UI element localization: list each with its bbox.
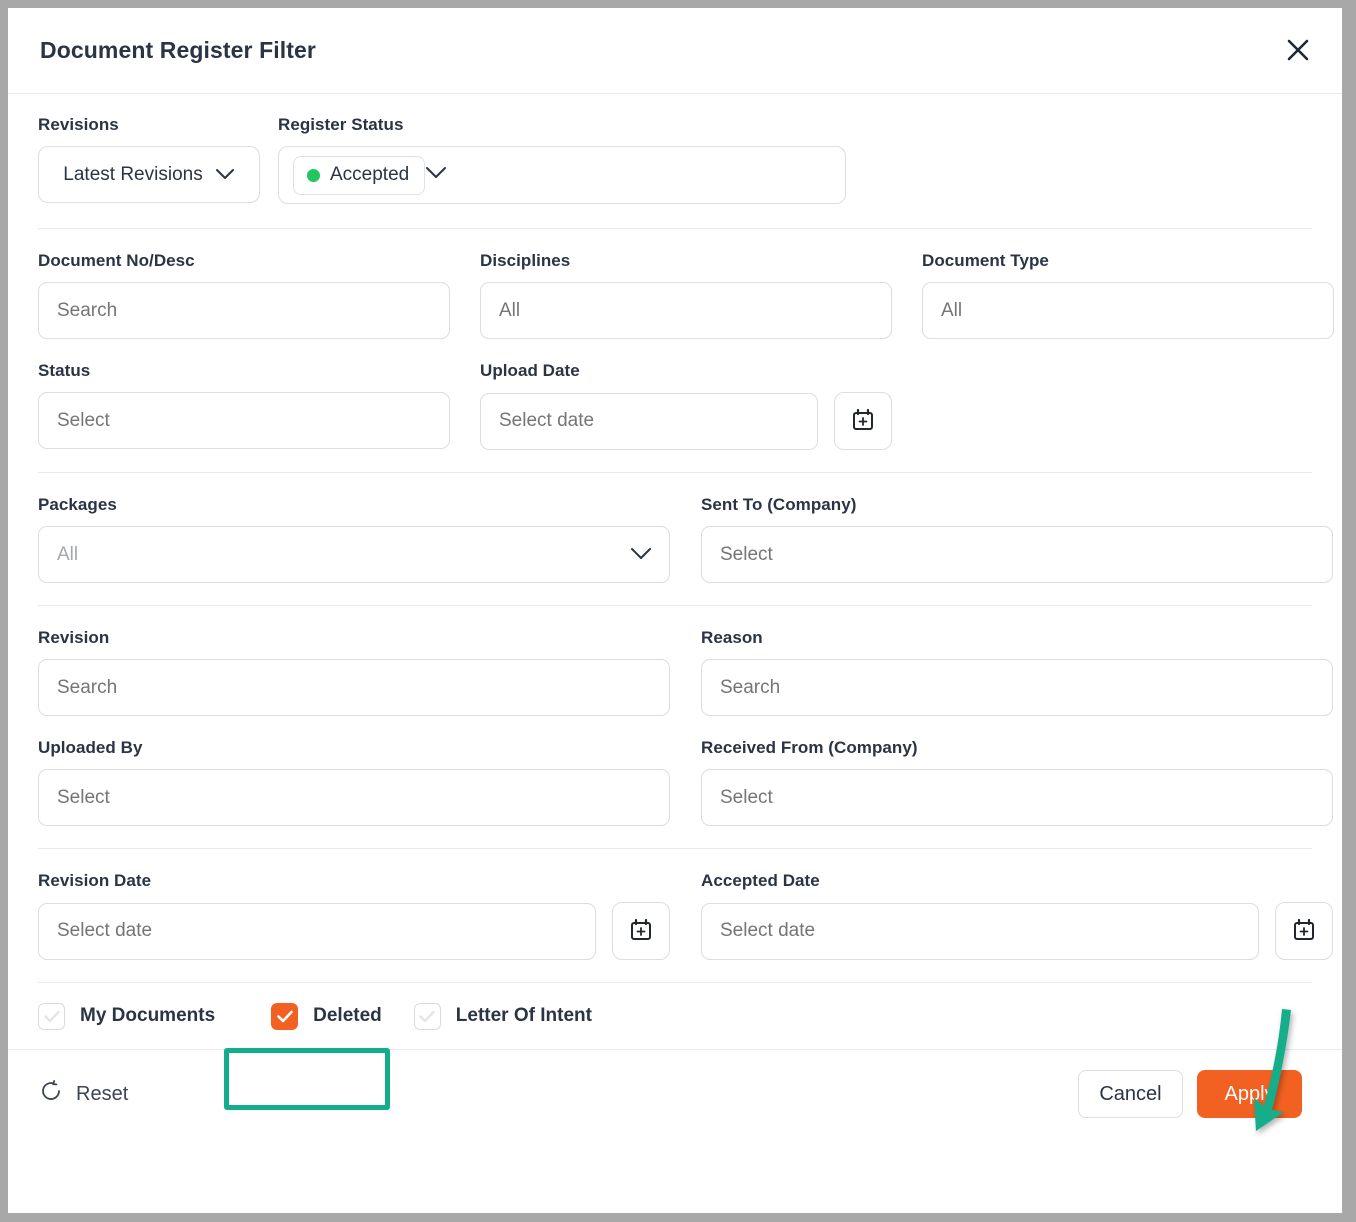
revisions-value: Latest Revisions <box>63 163 203 185</box>
document-type-input[interactable] <box>922 282 1334 339</box>
close-button[interactable] <box>1280 32 1316 68</box>
revisions-label: Revisions <box>38 115 119 134</box>
checkbox-deleted[interactable]: Deleted <box>245 1002 414 1030</box>
upload-date-input[interactable] <box>480 392 818 450</box>
checkbox-box-icon <box>38 1002 65 1030</box>
cancel-button[interactable]: Cancel <box>1078 1070 1183 1118</box>
checkbox-checked-icon <box>271 1002 299 1030</box>
revision-date-input[interactable] <box>38 902 596 960</box>
reason-input[interactable] <box>701 659 1333 716</box>
calendar-plus-icon <box>628 917 654 946</box>
received-from-company-field-group: Received From (Company) <box>701 738 1333 826</box>
register-status-select[interactable]: Accepted <box>278 146 846 204</box>
accepted-date-label: Accepted Date <box>701 871 820 890</box>
dates-section: Revision Date Accept <box>8 849 1342 982</box>
document-no-desc-label: Document No/Desc <box>38 251 195 270</box>
disciplines-label: Disciplines <box>480 251 571 270</box>
sent-to-company-label: Sent To (Company) <box>701 495 857 514</box>
apply-button[interactable]: Apply <box>1197 1070 1302 1118</box>
packages-field-group: Packages All <box>38 495 670 583</box>
document-register-filter-dialog: Document Register Filter Revisions Lates… <box>8 8 1342 1213</box>
sent-to-company-input[interactable] <box>701 526 1333 583</box>
calendar-plus-icon <box>1291 917 1317 946</box>
revision-label: Revision <box>38 628 110 647</box>
calendar-plus-icon <box>850 407 876 436</box>
status-input[interactable] <box>38 392 450 449</box>
document-type-label: Document Type <box>922 251 1049 270</box>
packages-select[interactable]: All <box>38 526 670 583</box>
register-status-field-group: Register Status Accepted <box>278 115 846 204</box>
uploaded-by-field-group: Uploaded By <box>38 738 670 826</box>
revision-date-field-group: Revision Date <box>38 871 670 960</box>
revision-date-picker-button[interactable] <box>612 902 670 960</box>
uploaded-by-input[interactable] <box>38 769 670 826</box>
revisions-field-group: Revisions Latest Revisions <box>38 115 260 203</box>
revision-date-label: Revision Date <box>38 871 152 890</box>
packages-section: Packages All Sent To (Company) <box>8 473 1342 605</box>
status-field-group: Status <box>38 361 450 450</box>
dialog-header: Document Register Filter <box>8 8 1342 93</box>
status-chip-label: Accepted <box>330 164 410 185</box>
dialog-footer: Reset Cancel Apply <box>8 1050 1342 1138</box>
upload-date-field-group: Upload Date <box>480 361 892 450</box>
top-filters-section: Revisions Latest Revisions Register Stat… <box>8 94 1342 204</box>
revision-input[interactable] <box>38 659 670 716</box>
status-label: Status <box>38 361 91 380</box>
document-no-desc-field-group: Document No/Desc <box>38 251 450 339</box>
accepted-date-picker-button[interactable] <box>1275 902 1333 960</box>
upload-date-label: Upload Date <box>480 361 580 380</box>
chevron-down-icon <box>630 544 652 566</box>
checkbox-label: Deleted <box>313 1005 382 1026</box>
footer-actions: Cancel Apply <box>1078 1070 1302 1118</box>
packages-value: All <box>57 543 79 565</box>
checkbox-box-icon <box>413 1002 441 1030</box>
checkbox-label: My Documents <box>80 1005 216 1026</box>
disciplines-input[interactable] <box>480 282 892 339</box>
received-from-company-input[interactable] <box>701 769 1333 826</box>
reset-label: Reset <box>76 1082 129 1105</box>
reason-label: Reason <box>701 628 763 647</box>
uploaded-by-label: Uploaded By <box>38 738 143 757</box>
chevron-down-icon <box>425 166 447 184</box>
close-icon <box>1287 39 1309 61</box>
document-details-section: Document No/Desc Disciplines Document Ty… <box>8 229 1342 472</box>
checkbox-letter-of-intent[interactable]: Letter Of Intent <box>413 1002 622 1030</box>
document-type-field-group: Document Type <box>922 251 1334 339</box>
sent-to-company-field-group: Sent To (Company) <box>701 495 1333 583</box>
rotate-ccw-icon <box>40 1080 62 1108</box>
disciplines-field-group: Disciplines <box>480 251 892 339</box>
received-from-company-label: Received From (Company) <box>701 738 918 757</box>
page-title: Document Register Filter <box>40 37 316 63</box>
packages-label: Packages <box>38 495 117 514</box>
reset-button[interactable]: Reset <box>40 1080 128 1108</box>
checkbox-my-documents[interactable]: My Documents <box>38 1002 245 1030</box>
revision-section: Revision Reason Uploaded By Received Fro… <box>8 606 1342 848</box>
toggle-filters-row: My Documents Deleted Letter Of Intent <box>8 983 1342 1049</box>
accepted-date-input[interactable] <box>701 902 1259 960</box>
revisions-select[interactable]: Latest Revisions <box>38 146 260 203</box>
status-chip-accepted[interactable]: Accepted <box>293 155 426 195</box>
revision-field-group: Revision <box>38 628 670 716</box>
checkbox-label: Letter Of Intent <box>455 1005 592 1026</box>
upload-date-picker-button[interactable] <box>834 392 892 450</box>
chevron-down-icon <box>215 164 235 186</box>
accepted-date-field-group: Accepted Date <box>701 871 1333 960</box>
reason-field-group: Reason <box>701 628 1333 716</box>
document-no-desc-input[interactable] <box>38 282 450 339</box>
status-dot-icon <box>307 168 320 182</box>
register-status-label: Register Status <box>278 115 404 134</box>
